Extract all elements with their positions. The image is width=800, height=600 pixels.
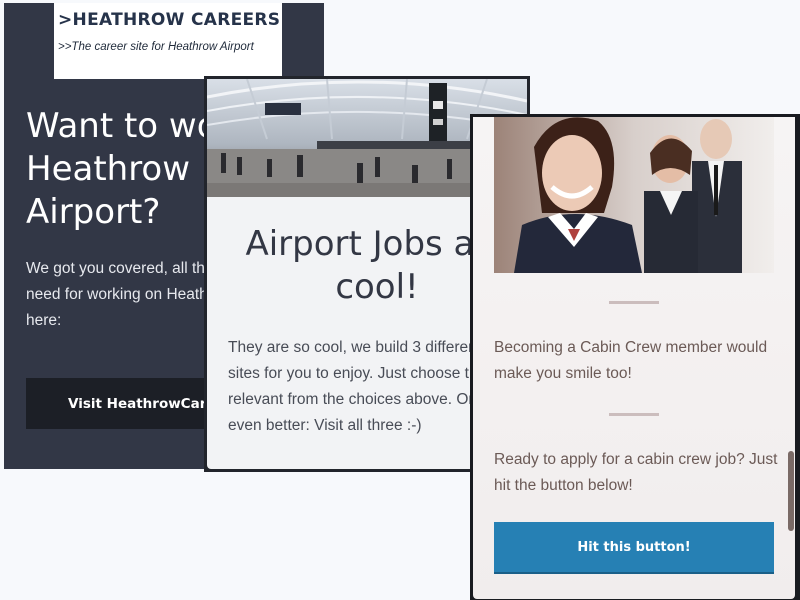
logo[interactable]: >HEATHROW CAREERS >>The career site for … [54,3,282,79]
divider-bottom [609,413,659,416]
airport-jobs-heading-line2: cool! [335,267,419,307]
scrollbar[interactable] [788,451,794,531]
cabin-crew-apply-text: Ready to apply for a cabin crew job? Jus… [494,451,778,494]
page: >HEATHROW CAREERS >>The career site for … [0,0,800,600]
logo-title: >HEATHROW CAREERS [58,10,281,30]
cabin-crew-card: Becoming a Cabin Crew member would make … [470,114,800,600]
cabin-crew-smile-text: Becoming a Cabin Crew member would make … [494,339,768,382]
divider-top [609,301,659,304]
cabin-crew-card-content: Becoming a Cabin Crew member would make … [473,117,795,599]
logo-tagline: >>The career site for Heathrow Airport [58,41,254,53]
hit-this-button[interactable]: Hit this button! [494,522,774,572]
cabin-crew-photo [494,117,774,273]
